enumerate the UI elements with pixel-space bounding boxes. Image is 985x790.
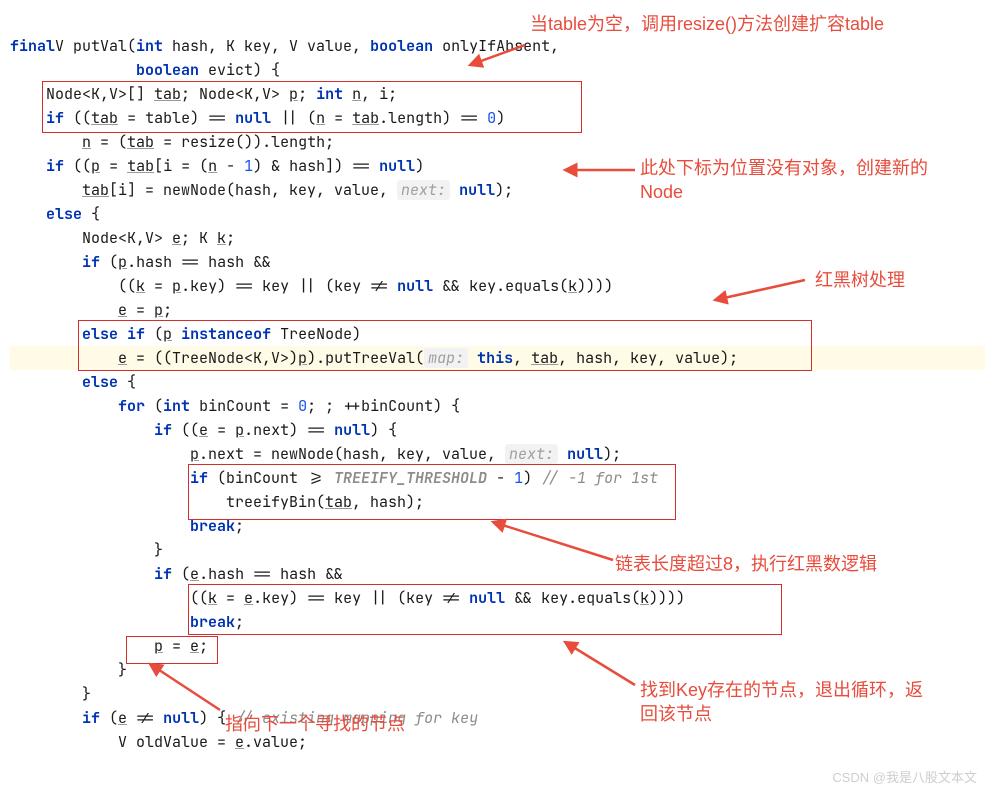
annotation-keyfound: 找到Key存在的节点，退出循环，返回该节点: [640, 678, 940, 726]
watermark: CSDN @我是八股文本文: [832, 767, 977, 786]
annotation-rbtree: 红黑树处理: [815, 268, 905, 292]
annotation-listlen: 链表长度超过8，执行红黑数逻辑: [615, 552, 915, 576]
code-block: finalV putVal(int hash, K key, V value, …: [10, 10, 985, 754]
annotation-newnode: 此处下标为位置没有对象，创建新的Node: [640, 156, 960, 204]
annotation-nextnode: 指向下一个寻找的节点: [225, 712, 405, 736]
annotation-resize: 当table为空，调用resize()方法创建扩容table: [530, 12, 930, 36]
